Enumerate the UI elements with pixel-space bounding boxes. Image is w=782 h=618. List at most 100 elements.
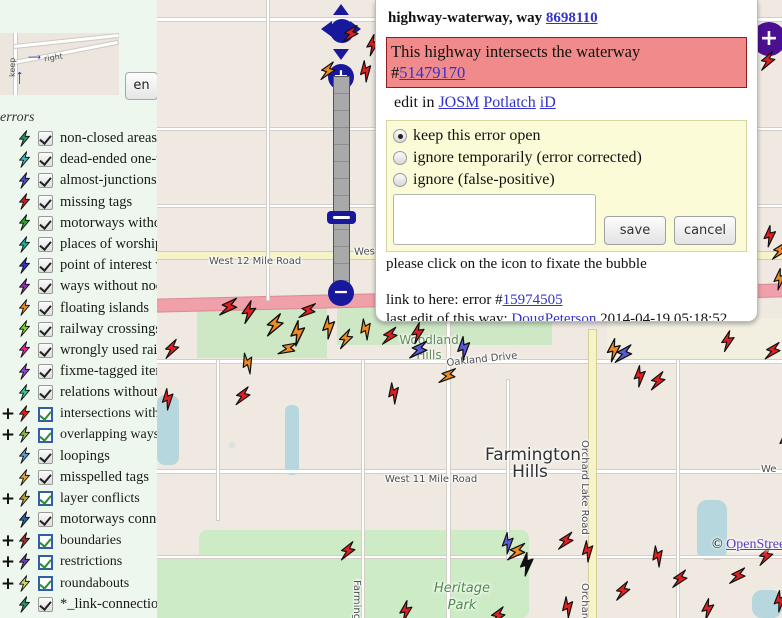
error-type-checkbox[interactable] [38, 427, 53, 443]
error-type-row[interactable]: + non-closed areas [0, 128, 157, 149]
error-type-checkbox[interactable] [38, 194, 53, 210]
bolt-icon [16, 447, 36, 465]
map-road-label: West 12 Mile Road [209, 256, 302, 267]
error-type-row[interactable]: + places of worship without religion [0, 234, 157, 255]
expand-spacer: + [0, 598, 16, 612]
error-detail-bubble[interactable]: highway-waterway, way 8698110 This highw… [375, 0, 758, 322]
error-type-checkbox[interactable] [38, 448, 53, 464]
error-type-checkbox[interactable] [38, 131, 53, 147]
error-id-link[interactable]: 15974505 [503, 292, 563, 308]
error-type-row[interactable]: + overlapping ways [0, 425, 157, 446]
option-keep-open[interactable]: keep this error open [393, 125, 740, 147]
error-type-row[interactable]: + point of interest without name [0, 255, 157, 276]
error-type-checkbox[interactable] [38, 597, 53, 613]
pan-down-icon[interactable] [333, 49, 349, 60]
expand-spacer: + [0, 471, 16, 485]
error-type-checkbox[interactable] [38, 364, 53, 380]
error-type-row[interactable]: + *_link-connections [0, 594, 157, 615]
error-type-row[interactable]: + missing tags [0, 192, 157, 213]
way-id-link[interactable]: 8698110 [546, 10, 598, 26]
expand-plus-icon[interactable]: + [0, 575, 16, 592]
comment-textarea[interactable] [393, 194, 596, 245]
expand-plus-icon[interactable]: + [0, 554, 16, 571]
bolt-icon [16, 235, 36, 254]
error-type-checkbox[interactable] [38, 258, 53, 274]
map-error-marker[interactable] [610, 578, 635, 603]
error-type-row[interactable]: + dead-ended one-ways [0, 149, 157, 170]
zoom-slider-track[interactable] [327, 76, 356, 298]
map-error-marker[interactable] [716, 329, 740, 353]
error-type-row[interactable]: + fixme-tagged items [0, 361, 157, 382]
error-type-row[interactable]: + boundaries [0, 531, 157, 552]
bubble-links: link to here: error #15974505 last edit … [386, 291, 747, 321]
error-message-box: This highway intersects the waterway #51… [386, 37, 747, 88]
error-status-form[interactable]: keep this error open ignore temporarily … [386, 120, 747, 252]
error-type-row[interactable]: + railway crossings without tag [0, 319, 157, 340]
error-type-checkbox[interactable] [38, 321, 53, 337]
map-error-marker[interactable] [645, 368, 671, 394]
edit-josm-link[interactable]: JOSM [438, 94, 479, 111]
edit-id-link[interactable]: iD [540, 94, 556, 111]
error-type-checkbox[interactable] [38, 152, 53, 168]
error-type-checkbox[interactable] [38, 491, 53, 507]
cancel-button[interactable]: cancel [674, 216, 736, 245]
expand-spacer: + [0, 195, 16, 209]
language-button[interactable]: en [125, 72, 157, 100]
error-type-row[interactable]: + wrongly used railway crossing [0, 340, 157, 361]
map-error-marker[interactable] [755, 48, 780, 73]
error-type-row[interactable]: + almost-junctions [0, 170, 157, 191]
error-object-link[interactable]: 51479170 [399, 63, 465, 82]
error-type-checkbox[interactable] [38, 237, 53, 253]
error-type-checkbox[interactable] [38, 300, 53, 316]
openstreetmap-link[interactable]: OpenStreetMap [726, 537, 782, 552]
radio-ignore-temporary-icon[interactable] [393, 151, 407, 165]
minimap-thumbnail[interactable]: ⟶ ⟶ right keep [0, 33, 119, 95]
error-type-list[interactable]: + non-closed areas + dead-ended one-ways + al… [0, 128, 157, 615]
pan-up-icon[interactable] [333, 4, 349, 15]
error-type-row[interactable]: + layer conflicts [0, 488, 157, 509]
error-type-row[interactable]: + ways without nodes [0, 276, 157, 297]
error-type-row[interactable]: + misspelled tags [0, 467, 157, 488]
arrow-right-icon: ⟶ [28, 53, 41, 63]
save-button[interactable]: save [604, 216, 666, 245]
radio-keep-open-icon[interactable] [393, 129, 407, 143]
map-road-label: West 11 Mile Road [385, 474, 478, 485]
map-error-marker[interactable] [335, 538, 361, 564]
last-edit-user-link[interactable]: DougPeterson [511, 311, 596, 321]
error-type-row[interactable]: + relations without type [0, 382, 157, 403]
zoom-out-button[interactable]: − [328, 280, 354, 306]
error-type-checkbox[interactable] [38, 215, 53, 231]
radio-ignore-false-positive-icon[interactable] [393, 173, 407, 187]
error-type-checkbox[interactable] [38, 342, 53, 358]
pan-left-icon[interactable] [321, 21, 332, 37]
error-type-row[interactable]: + motorways without ref [0, 213, 157, 234]
map-error-marker[interactable] [160, 337, 185, 362]
error-type-row[interactable]: + loopings [0, 446, 157, 467]
error-type-checkbox[interactable] [38, 533, 53, 549]
error-type-checkbox[interactable] [38, 512, 53, 528]
error-type-row[interactable]: + intersections without junctions [0, 403, 157, 424]
option-ignore-temporary[interactable]: ignore temporarily (error corrected) [393, 147, 740, 169]
error-type-checkbox[interactable] [38, 279, 53, 295]
error-type-row[interactable]: + restrictions [0, 552, 157, 573]
error-type-row[interactable]: + motorways connected directly [0, 509, 157, 530]
error-type-row[interactable]: + roundabouts [0, 573, 157, 594]
option-ignore-false-positive[interactable]: ignore (false-positive) [393, 169, 740, 191]
error-type-checkbox[interactable] [38, 554, 53, 570]
zoom-slider-handle[interactable] [327, 211, 356, 224]
expand-plus-icon[interactable]: + [0, 427, 16, 444]
expand-plus-icon[interactable]: + [0, 406, 16, 423]
error-type-checkbox[interactable] [38, 385, 53, 401]
expand-plus-icon[interactable]: + [0, 533, 16, 550]
error-type-label: almost-junctions [60, 172, 157, 189]
edit-potlatch-link[interactable]: Potlatch [483, 94, 535, 111]
map-error-marker[interactable] [393, 598, 418, 618]
error-type-row[interactable]: + floating islands [0, 298, 157, 319]
expand-plus-icon[interactable]: + [0, 490, 16, 507]
error-type-checkbox[interactable] [38, 173, 53, 189]
map-error-marker[interactable] [695, 596, 721, 618]
error-type-checkbox[interactable] [38, 470, 53, 486]
error-type-checkbox[interactable] [38, 576, 53, 592]
error-type-checkbox[interactable] [38, 406, 53, 422]
map-error-marker[interactable] [236, 299, 262, 325]
